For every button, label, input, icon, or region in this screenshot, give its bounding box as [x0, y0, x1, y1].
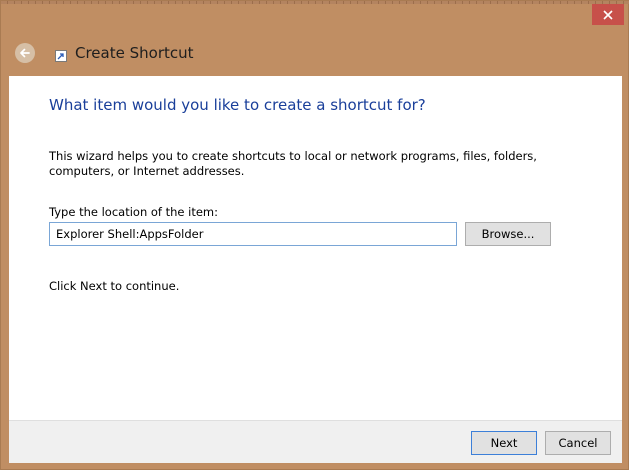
wizard-heading: What item would you like to create a sho… — [49, 96, 426, 114]
window-title: Create Shortcut — [75, 44, 194, 62]
wizard-description: This wizard helps you to create shortcut… — [49, 149, 537, 178]
wizard-titlebar: Create Shortcut — [9, 31, 622, 75]
location-input[interactable] — [49, 222, 457, 246]
window-top-edge — [1, 1, 629, 4]
continue-instruction: Click Next to continue. — [49, 279, 180, 293]
browse-button[interactable]: Browse... — [465, 222, 551, 246]
shortcut-icon — [55, 50, 67, 62]
location-label: Type the location of the item: — [49, 205, 219, 219]
next-button[interactable]: Next — [471, 431, 537, 455]
create-shortcut-window: Create Shortcut What item would you like… — [0, 0, 629, 470]
back-arrow-icon — [20, 48, 30, 58]
wizard-content: What item would you like to create a sho… — [9, 76, 622, 420]
wizard-footer: Next Cancel — [9, 420, 622, 463]
close-icon — [603, 9, 613, 20]
close-button[interactable] — [592, 4, 624, 25]
cancel-button[interactable]: Cancel — [545, 431, 611, 455]
back-button[interactable] — [15, 43, 35, 63]
